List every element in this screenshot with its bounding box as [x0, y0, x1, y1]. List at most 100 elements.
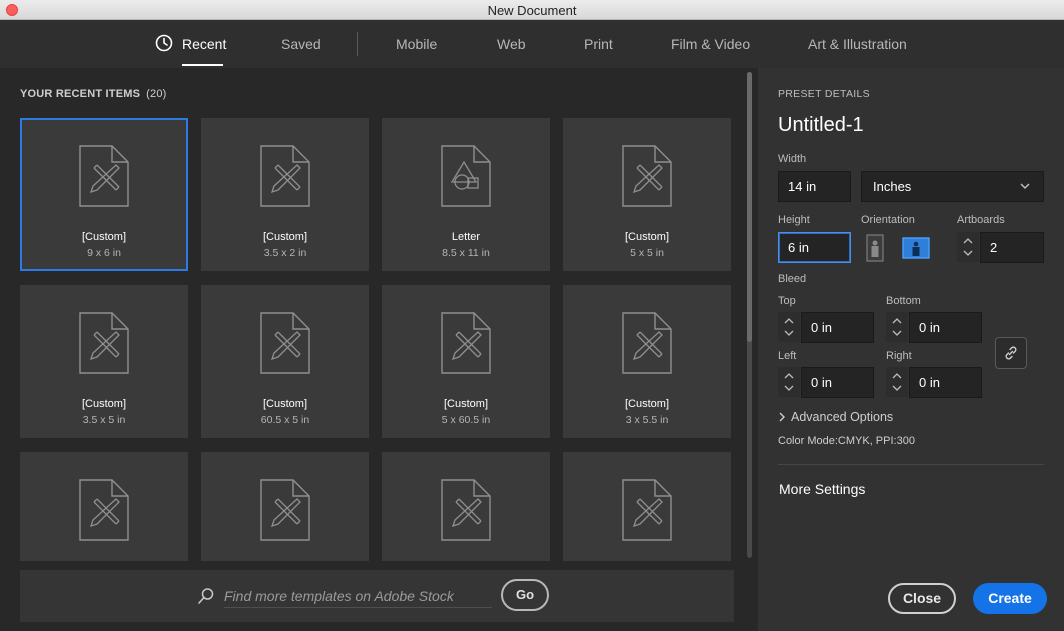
recent-item-name: [Custom] — [262, 231, 307, 243]
create-button[interactable]: Create — [973, 583, 1047, 614]
bleed-right-label: Right — [886, 350, 912, 362]
width-label: Width — [778, 153, 807, 165]
recent-item-size: 9 x 6 in — [87, 247, 121, 259]
more-settings-link[interactable]: More Settings — [779, 481, 865, 497]
custom-doc-icon — [622, 312, 672, 374]
recent-item-name: [Custom] — [81, 398, 126, 410]
recent-item-name: [Custom] — [624, 231, 669, 243]
tab-recent[interactable]: Recent — [182, 36, 226, 52]
tab-web[interactable]: Web — [497, 36, 526, 52]
artboards-label: Artboards — [957, 214, 1005, 226]
recent-item-size: 5 x 5 in — [630, 247, 664, 259]
bleed-bottom-input[interactable]: 0 in — [909, 312, 982, 343]
custom-doc-icon — [79, 145, 129, 207]
units-select[interactable]: Inches — [861, 171, 1044, 202]
document-name-field[interactable]: Untitled-1 — [778, 114, 864, 137]
artboards-input[interactable]: 2 — [980, 232, 1044, 263]
recent-items-count: (20) — [146, 88, 167, 100]
bleed-left-input[interactable]: 0 in — [801, 367, 874, 398]
recent-item-card[interactable] — [563, 452, 731, 561]
recent-item-size: 5 x 60.5 in — [441, 414, 491, 426]
width-input[interactable]: 14 in — [778, 171, 851, 202]
go-button[interactable]: Go — [501, 579, 549, 611]
bleed-top-label: Top — [778, 295, 796, 307]
height-label: Height — [778, 214, 810, 226]
bleed-left-stepper-icon[interactable] — [778, 367, 800, 397]
tab-print[interactable]: Print — [584, 36, 613, 52]
custom-doc-icon — [260, 312, 310, 374]
chevron-down-icon — [1020, 183, 1030, 190]
advanced-options-label: Advanced Options — [791, 410, 894, 424]
recent-item-size: 8.5 x 11 in — [442, 247, 490, 259]
link-bleed-button[interactable] — [995, 337, 1027, 369]
chevron-right-icon — [779, 412, 785, 422]
recent-item-size: 3.5 x 5 in — [82, 414, 126, 426]
recent-item-card[interactable] — [382, 452, 550, 561]
color-mode-info: Color Mode:CMYK, PPI:300 — [778, 435, 915, 447]
recent-item-card[interactable]: [Custom] 3 x 5.5 in — [563, 285, 731, 438]
recent-item-card[interactable] — [20, 452, 188, 561]
tab-art-illustration[interactable]: Art & Illustration — [808, 36, 907, 52]
bleed-label: Bleed — [778, 273, 807, 285]
bleed-right-input[interactable]: 0 in — [909, 367, 982, 398]
recent-item-card[interactable]: [Custom] 5 x 60.5 in — [382, 285, 550, 438]
stock-search-bar: Go — [20, 570, 734, 622]
recent-item-card[interactable]: [Custom] 9 x 6 in — [20, 118, 188, 271]
tab-mobile[interactable]: Mobile — [396, 36, 437, 52]
custom-doc-icon — [622, 145, 672, 207]
bleed-bottom-stepper-icon[interactable] — [886, 312, 908, 342]
preset-details-panel: PRESET DETAILS Untitled-1 Width 14 in In… — [758, 68, 1064, 631]
landscape-orientation-icon[interactable] — [902, 234, 930, 262]
recent-item-name: [Custom] — [262, 398, 307, 410]
custom-doc-icon — [441, 312, 491, 374]
bleed-bottom-label: Bottom — [886, 295, 921, 307]
category-tabs: Recent Saved Mobile Web Print Film & Vid… — [0, 20, 1064, 68]
recent-item-name: Letter — [451, 231, 481, 243]
search-icon — [198, 588, 214, 604]
window-title: New Document — [487, 3, 577, 18]
recent-item-card[interactable]: [Custom] 5 x 5 in — [563, 118, 731, 271]
window-title-bar: New Document — [0, 0, 1064, 20]
custom-doc-icon — [622, 479, 672, 541]
chain-link-icon — [1005, 346, 1017, 360]
recent-item-card[interactable]: [Custom] 3.5 x 2 in — [201, 118, 369, 271]
recent-items-panel: YOUR RECENT ITEMS (20) [Custom] 9 x 6 in [C… — [0, 68, 758, 631]
recent-items-title: YOUR RECENT ITEMS — [20, 88, 141, 100]
custom-doc-icon — [79, 312, 129, 374]
recent-items-header: YOUR RECENT ITEMS (20) — [20, 88, 167, 100]
custom-doc-icon — [441, 479, 491, 541]
recent-item-size: 3 x 5.5 in — [625, 414, 669, 426]
custom-doc-icon — [260, 145, 310, 207]
tab-saved[interactable]: Saved — [281, 36, 321, 52]
recent-item-card[interactable]: [Custom] 60.5 x 5 in — [201, 285, 369, 438]
bleed-right-stepper-icon[interactable] — [886, 367, 908, 397]
custom-doc-icon — [260, 479, 310, 541]
portrait-orientation-icon[interactable] — [861, 234, 889, 262]
bleed-top-input[interactable]: 0 in — [801, 312, 874, 343]
tab-separator — [357, 32, 358, 56]
panel-divider — [778, 464, 1044, 465]
height-input[interactable]: 6 in — [778, 232, 851, 263]
close-button[interactable]: Close — [888, 583, 956, 614]
active-tab-indicator — [182, 64, 223, 66]
artboards-stepper-icon[interactable] — [957, 232, 979, 262]
custom-doc-icon — [79, 479, 129, 541]
bleed-top-stepper-icon[interactable] — [778, 312, 800, 342]
tab-film-video[interactable]: Film & Video — [671, 36, 750, 52]
recent-item-size: 3.5 x 2 in — [263, 247, 307, 259]
preset-details-label: PRESET DETAILS — [778, 88, 870, 100]
recent-item-card[interactable] — [201, 452, 369, 561]
recent-item-card[interactable]: [Custom] 3.5 x 5 in — [20, 285, 188, 438]
units-value: Inches — [873, 179, 912, 194]
bleed-left-label: Left — [778, 350, 797, 362]
stock-search-input[interactable] — [224, 584, 492, 608]
recent-item-name: [Custom] — [81, 231, 126, 243]
orientation-label: Orientation — [861, 214, 915, 226]
recent-item-size: 60.5 x 5 in — [260, 414, 310, 426]
clock-icon — [155, 34, 173, 52]
recent-item-card[interactable]: Letter 8.5 x 11 in — [382, 118, 550, 271]
recent-item-name: [Custom] — [624, 398, 669, 410]
recent-item-name: [Custom] — [443, 398, 488, 410]
scrollbar-thumb[interactable] — [747, 72, 752, 342]
advanced-options-toggle[interactable]: Advanced Options — [778, 410, 893, 424]
